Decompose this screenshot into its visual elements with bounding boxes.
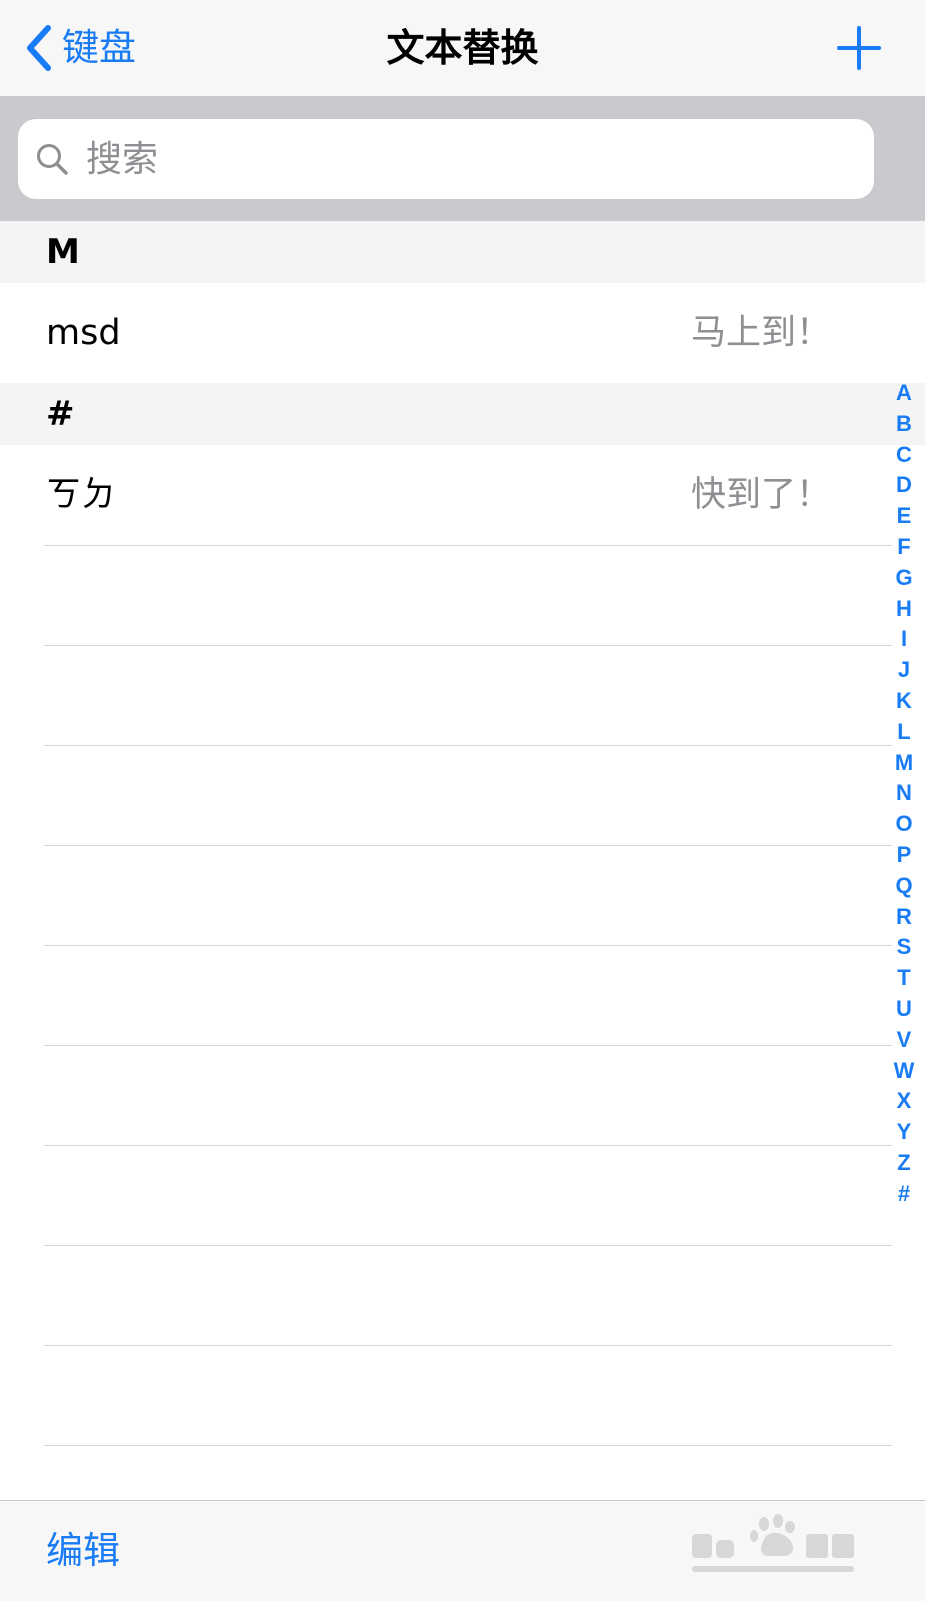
watermark-logo <box>692 1514 854 1572</box>
index-letter[interactable]: A <box>896 378 912 409</box>
index-letter[interactable]: I <box>901 624 907 655</box>
index-letter[interactable]: K <box>896 686 912 717</box>
index-letter[interactable]: E <box>897 501 912 532</box>
index-letter[interactable]: M <box>895 748 913 779</box>
row-divider <box>44 745 892 746</box>
row-divider <box>44 1345 892 1346</box>
index-letter[interactable]: U <box>896 994 912 1025</box>
index-letter[interactable]: D <box>896 470 912 501</box>
index-letter[interactable]: G <box>895 563 912 594</box>
row-divider <box>44 1445 892 1446</box>
search-icon <box>37 144 68 175</box>
row-divider <box>44 645 892 646</box>
index-letter[interactable]: J <box>898 655 910 686</box>
section-header-hash: # <box>0 383 925 445</box>
index-letter[interactable]: S <box>897 932 912 963</box>
plus-icon <box>837 26 881 70</box>
index-letter[interactable]: W <box>894 1056 915 1087</box>
list-item[interactable]: ㄎㄉ 快到了！ <box>0 445 925 545</box>
index-letter[interactable]: C <box>896 440 912 471</box>
index-letter[interactable]: L <box>897 717 910 748</box>
index-letter[interactable]: # <box>898 1179 910 1210</box>
index-letter[interactable]: V <box>897 1025 912 1056</box>
index-letter[interactable]: N <box>896 778 912 809</box>
index-letter[interactable]: Q <box>895 871 912 902</box>
row-divider <box>44 945 892 946</box>
list-item[interactable]: msd 马上到！ <box>0 283 925 383</box>
back-button-label: 键盘 <box>62 26 136 69</box>
search-bar-container <box>0 97 925 221</box>
row-divider <box>44 545 892 546</box>
index-letter[interactable]: P <box>897 840 912 871</box>
edit-button[interactable]: 编辑 <box>46 1501 120 1601</box>
add-button[interactable] <box>835 24 883 72</box>
section-index-bar[interactable]: A B C D E F G H I J K L M N O P Q R S T U V W X Y Z # <box>889 378 919 1210</box>
section-header-m: M <box>0 221 925 283</box>
phrase-text: 快到了！ <box>690 475 831 515</box>
index-letter[interactable]: T <box>897 963 910 994</box>
phrase-text: 马上到！ <box>690 313 831 353</box>
navigation-bar: 键盘 文本替换 <box>0 0 925 97</box>
search-input[interactable] <box>84 128 848 190</box>
back-button[interactable]: 键盘 <box>24 20 136 76</box>
index-letter[interactable]: H <box>896 594 912 625</box>
row-divider <box>44 1245 892 1246</box>
index-letter[interactable]: R <box>896 902 912 933</box>
row-divider <box>44 1145 892 1146</box>
row-divider <box>44 845 892 846</box>
index-letter[interactable]: Z <box>897 1148 910 1179</box>
index-letter[interactable]: O <box>895 809 912 840</box>
row-divider <box>44 1045 892 1046</box>
page-title: 文本替换 <box>386 26 539 70</box>
index-letter[interactable]: X <box>897 1086 912 1117</box>
index-letter[interactable]: B <box>896 409 912 440</box>
index-letter[interactable]: F <box>897 532 910 563</box>
shortcut-text: msd <box>46 313 121 353</box>
search-box[interactable] <box>18 119 874 199</box>
shortcut-text: ㄎㄉ <box>46 475 117 515</box>
index-letter[interactable]: Y <box>897 1117 912 1148</box>
chevron-left-icon <box>27 25 51 71</box>
